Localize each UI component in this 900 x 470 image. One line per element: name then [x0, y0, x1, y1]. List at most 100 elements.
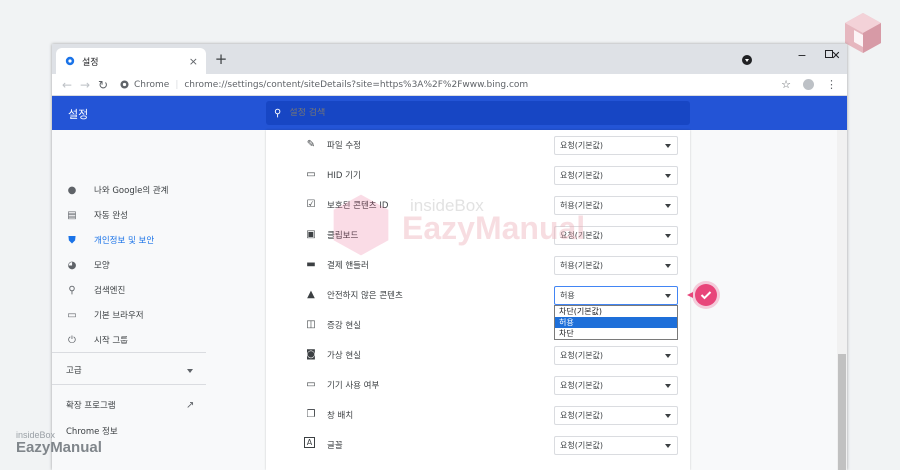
tab-settings[interactable]: 설정 ×	[56, 48, 206, 74]
permission-select-value: 요청(기본값)	[560, 441, 604, 450]
browser-icon: ▭	[67, 309, 77, 321]
permission-select[interactable]: 요청(기본값)	[554, 346, 678, 365]
permission-label: 글꼴	[327, 441, 343, 451]
window-placement-icon: ❐	[306, 408, 316, 420]
scrollbar[interactable]	[837, 130, 847, 470]
sidebar-item-label: 자동 완성	[94, 211, 128, 221]
sidebar-item-label: 고급	[66, 366, 82, 376]
power-icon: ⏻	[68, 334, 76, 346]
permission-select-value: 요청(기본값)	[560, 381, 604, 390]
permission-select[interactable]: 요청(기본값)	[554, 136, 678, 155]
palette-icon: ◕	[67, 259, 77, 271]
tab-strip: 설정 × + − ✕	[52, 44, 847, 74]
permission-label: 파일 수정	[327, 141, 361, 151]
ar-icon: ◫	[306, 318, 316, 330]
sidebar-item-label: 검색엔진	[94, 286, 126, 296]
search-input[interactable]	[289, 108, 670, 118]
bottom-watermark: insideBox EazyManual	[16, 430, 102, 456]
permission-label: 안전하지 않은 콘텐츠	[327, 291, 403, 301]
chevron-down-icon	[665, 204, 671, 208]
dropdown-options: 차단(기본값) 허용 차단	[554, 305, 678, 340]
permission-label: 증강 현실	[327, 321, 361, 331]
permission-row: ▭ 기기 사용 여부 요청(기본값)	[266, 370, 690, 400]
chevron-down-icon	[665, 444, 671, 448]
permission-label: 기기 사용 여부	[327, 381, 380, 391]
permission-label: 클립보드	[327, 231, 359, 241]
devices-icon: ▭	[306, 378, 316, 390]
minimize-button[interactable]: −	[789, 44, 815, 66]
close-window-button[interactable]: ✕	[823, 44, 847, 66]
permission-select[interactable]: 요청(기본값)	[554, 376, 678, 395]
chevron-down-icon	[665, 294, 671, 298]
sidebar-item-label: 나와 Google의 관계	[94, 186, 169, 196]
sidebar-item-startup[interactable]: ⏻ 시작 그룹	[66, 332, 128, 348]
browser-window: 설정 × + − ✕ ← → ↻ Chrome | chrome://setti…	[52, 44, 847, 470]
sidebar-item-label: 기본 브라우저	[94, 311, 144, 321]
tab-close-icon[interactable]: ×	[189, 55, 198, 68]
permissions-panel: ✎ 파일 수정 요청(기본값) ▭ HID 기기 요청(기본값) ☑ 보호된 콘…	[266, 130, 690, 470]
settings-search[interactable]: ⚲	[266, 101, 690, 125]
permission-select[interactable]: 요청(기본값)	[554, 406, 678, 425]
chip-label: Chrome	[134, 79, 170, 90]
sidebar-item-autofill[interactable]: ▤ 자동 완성	[66, 207, 128, 223]
sidebar-item-search-engine[interactable]: ⚲ 검색엔진	[66, 282, 125, 298]
shield-icon: ⛊	[68, 234, 76, 246]
reload-button[interactable]: ↻	[94, 78, 112, 92]
permission-select-value: 요청(기본값)	[560, 351, 604, 360]
check-badge	[687, 284, 717, 306]
permission-row: ☑ 보호된 콘텐츠 ID 허용(기본값)	[266, 190, 690, 220]
clipboard-icon: ▤	[67, 209, 77, 221]
sidebar-item-appearance[interactable]: ◕ 모양	[66, 257, 110, 273]
sidebar-item-google[interactable]: ● 나와 Google의 관계	[66, 182, 169, 198]
menu-icon[interactable]: ⋮	[826, 78, 837, 91]
permission-label: 창 배치	[327, 411, 354, 421]
sidebar-item-privacy[interactable]: ⛊ 개인정보 및 보안	[66, 232, 154, 248]
dropdown-option[interactable]: 차단	[555, 328, 677, 339]
chevron-down-icon	[665, 264, 671, 268]
font-icon: A	[304, 437, 315, 448]
address-bar: ← → ↻ Chrome | chrome://settings/content…	[52, 74, 847, 96]
sidebar-advanced[interactable]: 고급	[66, 362, 82, 378]
sidebar-divider	[52, 384, 206, 385]
tab-search-icon[interactable]	[742, 55, 752, 65]
permission-row: ▭ HID 기기 요청(기본값)	[266, 160, 690, 190]
site-chip[interactable]: Chrome |	[120, 80, 184, 90]
sidebar-item-label: 시작 그룹	[94, 336, 128, 346]
dropdown-option[interactable]: 차단(기본값)	[555, 306, 677, 317]
profile-avatar[interactable]	[803, 79, 814, 90]
gamepad-icon: ▭	[306, 168, 316, 180]
checkbox-icon: ☑	[306, 198, 316, 210]
vr-icon: ◙	[306, 348, 316, 360]
toolbar-right: ☆ ⋮	[781, 78, 837, 91]
sidebar: ● 나와 Google의 관계 ▤ 자동 완성 ⛊ 개인정보 및 보안 ◕ 모양…	[52, 130, 212, 470]
sidebar-extensions[interactable]: 확장 프로그램	[66, 397, 116, 413]
search-icon: ⚲	[68, 284, 76, 296]
permission-label: 보호된 콘텐츠 ID	[327, 201, 389, 211]
sidebar-item-label: 확장 프로그램	[66, 401, 116, 411]
permission-select[interactable]: 허용(기본값)	[554, 196, 678, 215]
back-button[interactable]: ←	[58, 78, 76, 92]
url-text[interactable]: chrome://settings/content/siteDetails?si…	[184, 80, 528, 90]
watermark-big-text: EazyManual	[16, 439, 102, 456]
permission-select[interactable]: 허용	[554, 286, 678, 305]
permission-select[interactable]: 요청(기본값)	[554, 436, 678, 455]
clipboard-icon: ▣	[306, 228, 316, 240]
tab-title: 설정	[82, 57, 99, 68]
dropdown-option-selected[interactable]: 허용	[555, 317, 677, 328]
forward-button[interactable]: →	[76, 78, 94, 92]
permission-select[interactable]: 요청(기본값)	[554, 166, 678, 185]
permission-select[interactable]: 요청(기본값)	[554, 226, 678, 245]
card-icon: ▬	[306, 258, 316, 270]
permission-row: A 글꼴 요청(기본값)	[266, 430, 690, 460]
bookmark-star-icon[interactable]: ☆	[781, 78, 791, 91]
new-tab-button[interactable]: +	[212, 50, 230, 68]
chevron-down-icon	[665, 414, 671, 418]
permission-select-value: 허용	[560, 291, 575, 300]
sidebar-item-default-browser[interactable]: ▭ 기본 브라우저	[66, 307, 144, 323]
sidebar-item-label: 개인정보 및 보안	[94, 236, 155, 246]
sidebar-divider	[52, 352, 206, 353]
scrollbar-thumb[interactable]	[838, 354, 846, 470]
permission-select-value: 요청(기본값)	[560, 231, 604, 240]
permission-select[interactable]: 허용(기본값)	[554, 256, 678, 275]
person-icon: ●	[67, 184, 77, 196]
